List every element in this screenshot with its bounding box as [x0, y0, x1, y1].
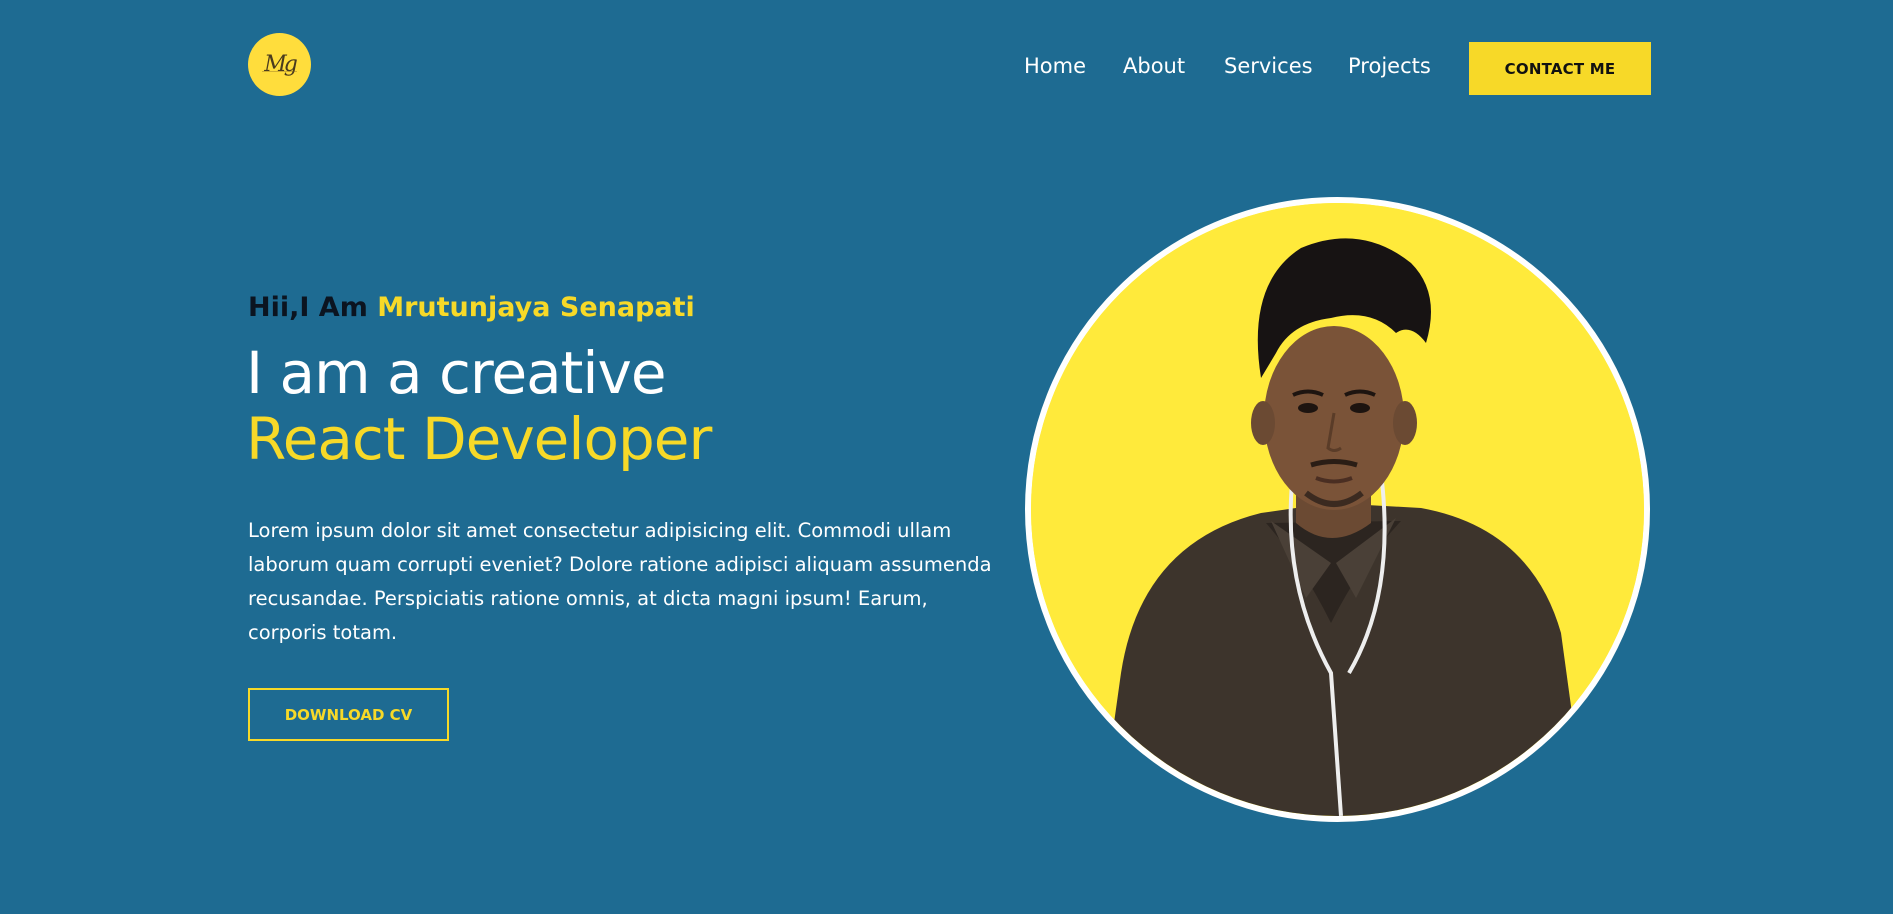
greeting: Hii,I Am Mrutunjaya Senapati: [248, 292, 695, 323]
nav-link-services[interactable]: Services: [1224, 54, 1313, 78]
headline-line-2: React Developer: [246, 405, 712, 473]
profile-photo-illustration: [1031, 203, 1644, 816]
logo-divider: [262, 71, 297, 72]
greeting-name: Mrutunjaya Senapati: [377, 292, 695, 323]
headline: I am a creative React Developer: [246, 339, 712, 473]
logo-monogram: Mg: [264, 52, 298, 77]
nav-link-home[interactable]: Home: [1024, 54, 1086, 78]
headline-line-1: I am a creative: [246, 339, 667, 407]
greeting-prefix: Hii,I Am: [248, 292, 368, 323]
logo[interactable]: Mg: [248, 33, 311, 96]
contact-me-button[interactable]: CONTACT ME: [1469, 42, 1651, 95]
portfolio-page: Mg Home About Services Projects CONTACT …: [0, 0, 1893, 914]
nav-link-about[interactable]: About: [1123, 54, 1185, 78]
download-cv-button[interactable]: DOWNLOAD CV: [248, 688, 449, 741]
nav-link-projects[interactable]: Projects: [1348, 54, 1431, 78]
hero-description: Lorem ipsum dolor sit amet consectetur a…: [248, 519, 992, 644]
profile-photo: [1025, 197, 1650, 822]
